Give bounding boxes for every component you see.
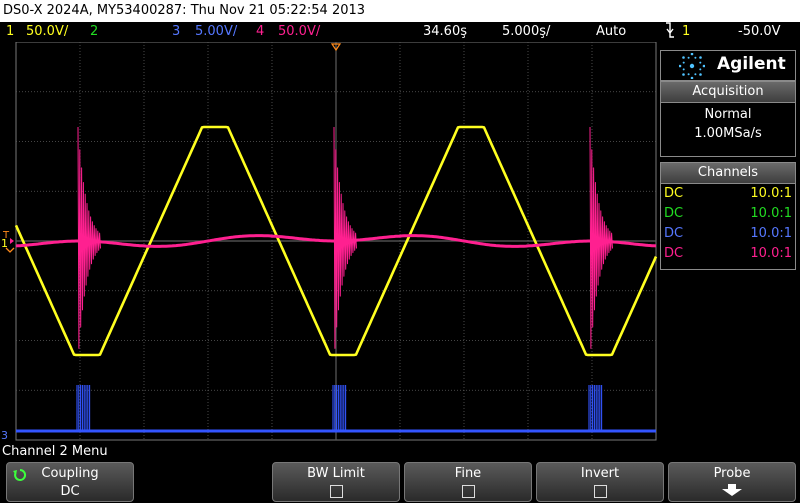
status-bar: 1 50.0V/ 2 3 5.00V/ 4 50.0V/ 34.60ş 5.00…	[0, 22, 800, 42]
probe-label: Probe	[713, 466, 751, 481]
waveform-display[interactable]: T 1 3	[0, 41, 660, 442]
invert-checkbox[interactable]	[593, 485, 607, 498]
down-arrow-icon	[717, 484, 747, 501]
ch4-scale[interactable]: 50.0V/	[278, 22, 320, 42]
bw-limit-label: BW Limit	[307, 466, 365, 481]
channel-row-3[interactable]: DC 10.0:1	[664, 224, 792, 244]
probe-softkey[interactable]: Probe	[668, 462, 796, 502]
acquisition-header: Acquisition	[661, 82, 795, 103]
fine-checkbox[interactable]	[461, 485, 475, 498]
ch3-number[interactable]: 3	[172, 22, 180, 42]
title-bar: DS0-X 2024A, MY53400287: Thu Nov 21 05:2…	[0, 0, 800, 22]
knob-rotate-icon	[13, 468, 27, 486]
acquisition-box: Acquisition Normal 1.00MSa/s	[660, 81, 796, 157]
trigger-level[interactable]: -50.0V	[738, 22, 781, 42]
ch3-scale[interactable]: 5.00V/	[195, 22, 237, 42]
invert-label: Invert	[580, 466, 620, 481]
bw-limit-softkey[interactable]: BW Limit	[272, 462, 400, 502]
time-delay[interactable]: 34.60ş	[423, 22, 467, 42]
channel-probe: 10.0:1	[750, 246, 792, 261]
coupling-softkey[interactable]: Coupling DC	[6, 462, 134, 502]
channel-coupling: DC	[664, 206, 684, 221]
trigger-level-marker	[5, 247, 15, 253]
channel-probe: 10.0:1	[750, 226, 792, 241]
waveform-canvas: T 1 3	[1, 41, 658, 442]
channels-box: Channels DC 10.0:1 DC 10.0:1 DC 10.0:1 D…	[660, 162, 796, 270]
channel-row-2[interactable]: DC 10.0:1	[664, 204, 792, 224]
brand-name: Agilent	[717, 54, 786, 74]
brand-box: Agilent	[660, 50, 796, 81]
menu-title: Channel 2 Menu	[2, 444, 108, 459]
fine-label: Fine	[454, 466, 482, 481]
trigger-mode[interactable]: Auto	[596, 22, 626, 42]
ch2-number[interactable]: 2	[90, 22, 98, 42]
side-panel: Agilent Acquisition Normal 1.00MSa/s Cha…	[660, 50, 796, 442]
acquisition-mode: Normal	[704, 107, 752, 122]
sample-rate: 1.00MSa/s	[694, 126, 762, 141]
ch4-number[interactable]: 4	[256, 22, 264, 42]
channel-probe: 10.0:1	[750, 186, 792, 201]
falling-edge-trigger-icon	[664, 21, 676, 46]
channel-probe: 10.0:1	[750, 206, 792, 221]
fine-softkey[interactable]: Fine	[404, 462, 532, 502]
agilent-spark-logo	[678, 52, 706, 83]
ch1-scale[interactable]: 50.0V/	[26, 22, 68, 42]
channel-row-1[interactable]: DC 10.0:1	[664, 184, 792, 204]
channels-header: Channels	[661, 163, 795, 184]
channel-coupling: DC	[664, 186, 684, 201]
ch1-number[interactable]: 1	[6, 22, 14, 42]
trigger-channel[interactable]: 1	[682, 22, 690, 42]
ch4-ground-marker	[10, 238, 14, 244]
channel-coupling: DC	[664, 226, 684, 241]
bw-limit-checkbox[interactable]	[329, 485, 343, 498]
time-scale[interactable]: 5.000ş/	[502, 22, 550, 42]
ch3-ground-label: 3	[1, 429, 8, 442]
invert-softkey[interactable]: Invert	[536, 462, 664, 502]
title-text: DS0-X 2024A, MY53400287: Thu Nov 21 05:2…	[3, 3, 366, 18]
channel-coupling: DC	[664, 246, 684, 261]
channel-row-4[interactable]: DC 10.0:1	[664, 244, 792, 264]
